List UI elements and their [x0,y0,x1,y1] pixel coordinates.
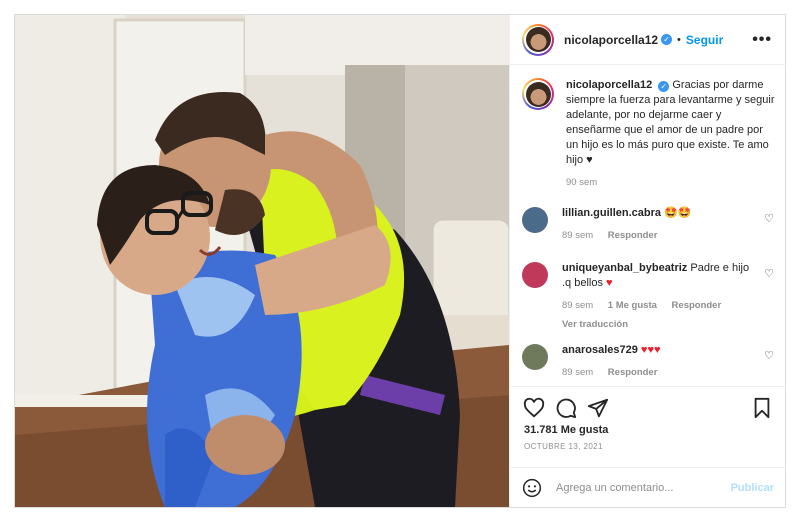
post-actions: 31.781 Me gusta OCTUBRE 13, 2021 [510,386,786,466]
emoji-smiley-icon[interactable] [522,478,542,498]
follow-button[interactable]: Seguir [686,33,723,47]
comment-input[interactable] [556,481,716,494]
comment-username[interactable]: anarosales729 [562,344,638,356]
caption-avatar[interactable] [522,78,554,110]
comment-bubble-icon[interactable] [555,397,577,419]
like-heart-icon[interactable] [523,397,545,419]
comment-username[interactable]: uniqueyanbal_bybeatriz [562,262,687,274]
red-hearts-emoji: ♥♥♥ [640,344,661,356]
comment-text: 🤩🤩 [664,207,692,219]
comment-item: lillian.guillen.cabra 🤩🤩 89 sem Responde… [522,206,780,243]
post-photo-image [15,15,509,507]
save-bookmark-icon[interactable] [751,397,773,419]
comment-username[interactable]: lillian.guillen.cabra [562,207,661,219]
verified-badge-icon: ✓ [661,34,673,45]
reply-button[interactable]: Responder [608,230,658,241]
caption-text: Gracias por darme siempre la fuerza para… [566,79,775,166]
author-avatar[interactable] [522,23,554,56]
comment-time: 89 sem [562,367,594,378]
likes-count[interactable]: 31.781 Me gusta [524,424,608,436]
comment-item: uniqueyanbal_bybeatriz Padre e hijo .q b… [522,261,780,332]
comment-likes[interactable]: 1 Me gusta [608,300,657,311]
caption-username[interactable]: nicolaporcella12 [566,79,652,91]
reply-button[interactable]: Responder [672,300,722,311]
like-comment-heart-icon[interactable]: ♡ [764,212,774,225]
publish-button[interactable]: Publicar [731,482,774,494]
commenter-avatar[interactable] [522,262,548,288]
post-side-panel: nicolaporcella12 ✓ • Seguir ••• nicolapo… [509,15,786,507]
comment-item: anarosales729 ♥♥♥ 89 sem Responder ♡ [522,343,780,380]
verified-badge-icon: ✓ [658,81,670,92]
avatar-image [525,27,551,52]
comment-time: 89 sem [562,300,594,311]
post-date: OCTUBRE 13, 2021 [524,442,603,451]
reply-button[interactable]: Responder [608,367,658,378]
separator-dot: • [677,33,681,46]
like-comment-heart-icon[interactable]: ♡ [764,349,774,362]
commenter-avatar[interactable] [522,344,548,370]
instagram-post: nicolaporcella12 ✓ • Seguir ••• nicolapo… [14,14,786,508]
red-heart-emoji: ♥ [606,277,613,289]
comments-list[interactable]: nicolaporcella12 ✓ Gracias por darme sie… [510,66,786,386]
share-paper-plane-icon[interactable] [587,397,609,419]
more-options-icon[interactable]: ••• [752,31,772,48]
caption-time: 90 sem [566,177,598,188]
post-photo[interactable] [15,15,509,507]
author-username[interactable]: nicolaporcella12 [564,33,658,47]
commenter-avatar[interactable] [522,207,548,233]
add-comment-bar: Publicar [510,467,786,507]
comment-time: 89 sem [562,230,594,241]
like-comment-heart-icon[interactable]: ♡ [764,267,774,280]
post-caption: nicolaporcella12 ✓ Gracias por darme sie… [522,78,778,190]
post-header: nicolaporcella12 ✓ • Seguir ••• [510,15,786,65]
see-translation-link[interactable]: Ver traducción [562,317,758,332]
